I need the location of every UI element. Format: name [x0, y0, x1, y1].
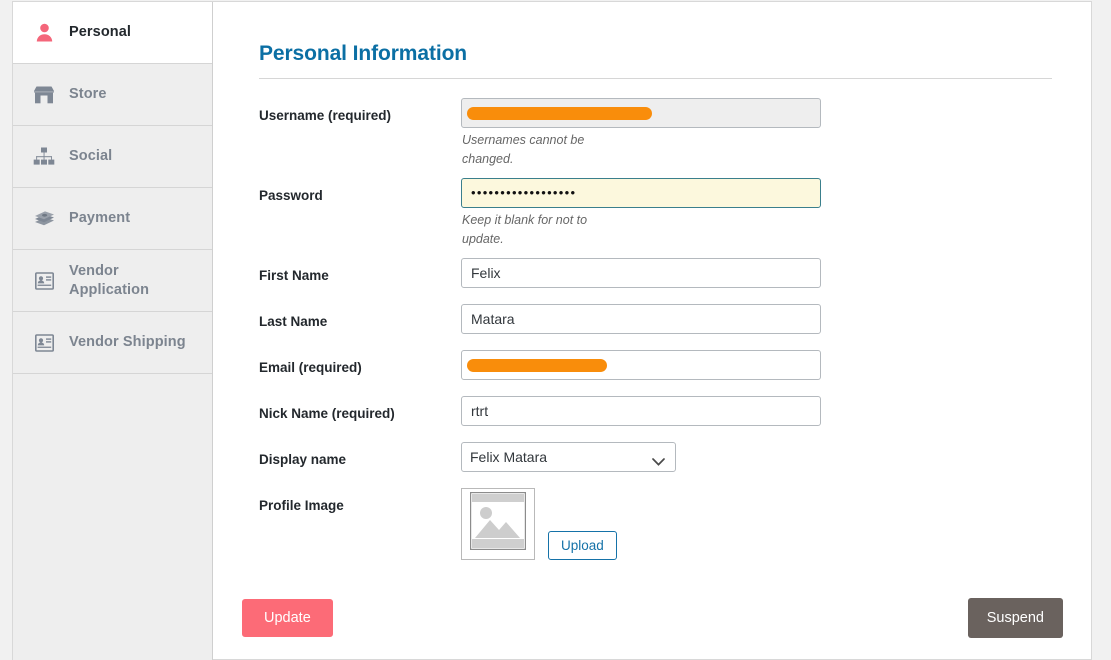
id-card-icon — [31, 331, 57, 355]
field-row-password: Password •••••••••••••••••• Keep it blan… — [259, 177, 1059, 258]
field-row-first-name: First Name — [259, 257, 1059, 304]
sitemap-icon — [31, 145, 57, 169]
sidebar-item-label: Vendor Shipping — [69, 334, 186, 351]
last-name-label: Last Name — [259, 313, 328, 329]
username-input[interactable] — [461, 98, 821, 128]
sidebar-item-label: Store — [69, 86, 107, 103]
sidebar-filler — [13, 374, 212, 660]
sidebar-item-vendor-application[interactable]: Vendor Application — [13, 250, 212, 312]
display-name-label: Display name — [259, 451, 347, 467]
sidebar-item-vendor-shipping[interactable]: Vendor Shipping — [13, 312, 212, 374]
sidebar-item-label: Payment — [69, 210, 131, 227]
shop-icon — [31, 83, 57, 107]
main-panel: Personal Store Social Payment Vendor App… — [12, 1, 1092, 660]
sidebar-item-social[interactable]: Social — [13, 126, 212, 188]
broken-image-icon — [469, 491, 527, 555]
page-root: Personal Store Social Payment Vendor App… — [0, 0, 1111, 660]
sidebar-item-label: Vendor Application — [69, 263, 150, 298]
content-area: Personal Information Username (required)… — [214, 2, 1091, 659]
money-stack-icon — [31, 207, 57, 231]
first-name-input[interactable] — [461, 257, 821, 288]
profile-image-preview — [461, 487, 535, 560]
sidebar-item-label: Personal — [69, 24, 132, 41]
field-row-display-name: Display name Felix Matara — [259, 441, 1059, 488]
personal-information-form: Username (required) Usernames cannot be … — [259, 98, 1059, 560]
last-name-input[interactable] — [461, 303, 821, 334]
profile-image-label: Profile Image — [259, 497, 344, 513]
password-label: Password — [259, 187, 323, 203]
username-label: Username (required) — [259, 108, 392, 123]
field-row-email: Email (required) — [259, 349, 1059, 396]
sidebar-item-personal[interactable]: Personal — [13, 2, 212, 64]
username-redaction — [467, 107, 652, 120]
email-input[interactable] — [461, 349, 821, 380]
page-title: Personal Information — [259, 42, 468, 65]
suspend-button[interactable]: Suspend — [967, 598, 1063, 638]
nick-name-input[interactable] — [461, 395, 821, 426]
sidebar-item-store[interactable]: Store — [13, 64, 212, 126]
sidebar-item-payment[interactable]: Payment — [13, 188, 212, 250]
username-hint: Usernames cannot be changed. — [462, 133, 585, 167]
nick-name-label: Nick Name (required) — [259, 405, 395, 421]
first-name-label: First Name — [259, 267, 329, 283]
sidebar: Personal Store Social Payment Vendor App… — [13, 2, 213, 660]
upload-button[interactable]: Upload — [548, 530, 617, 560]
update-button[interactable]: Update — [242, 599, 333, 637]
sidebar-item-label: Social — [69, 148, 113, 165]
field-row-nick-name: Nick Name (required) — [259, 395, 1059, 442]
id-card-icon — [31, 269, 57, 293]
form-footer: Update Suspend — [242, 598, 1063, 638]
display-name-select[interactable]: Felix Matara — [461, 441, 676, 472]
password-input[interactable]: •••••••••••••••••• — [461, 177, 821, 208]
field-row-profile-image: Profile Image Upload — [259, 487, 1059, 560]
password-hint: Keep it blank for not to update. — [462, 212, 588, 247]
title-divider — [259, 78, 1052, 79]
user-icon — [31, 21, 57, 45]
field-row-username: Username (required) Usernames cannot be … — [259, 98, 1059, 178]
field-row-last-name: Last Name — [259, 303, 1059, 350]
email-redaction — [467, 358, 607, 372]
email-label: Email (required) — [259, 359, 362, 375]
